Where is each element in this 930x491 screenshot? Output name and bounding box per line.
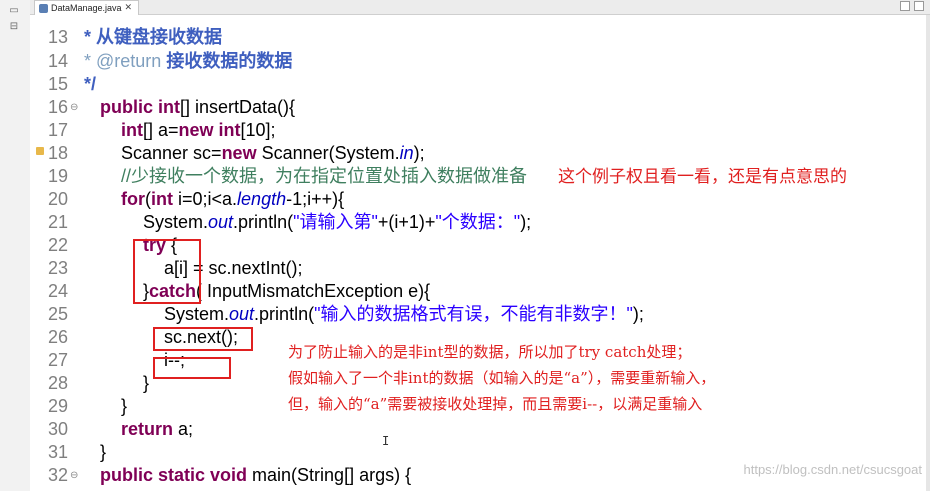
line-number: 14 xyxy=(47,51,68,71)
annotation-note-2-line-2: 假如输入了一个非int的数据（如输入的是“a”），需要重新输入， xyxy=(288,369,716,387)
left-toolbar-strip: ▭ ⊟ xyxy=(0,0,31,491)
highlight-box-i-decrement xyxy=(153,357,231,379)
text-cursor-icon: I xyxy=(382,434,390,448)
line-number: 23 xyxy=(47,258,68,278)
line-number: 22 xyxy=(47,235,68,255)
code-line-28: } xyxy=(143,373,150,393)
line-number: 24 xyxy=(47,281,68,301)
minimize-view-icon[interactable]: ▭ xyxy=(8,6,20,16)
annotation-note-1: 这个例子权且看一看，还是有点意思的 xyxy=(558,167,847,187)
code-line-13: * 从键盘接收数据 xyxy=(84,27,223,47)
overview-ruler[interactable] xyxy=(926,15,930,491)
outline-view-icon[interactable]: ⊟ xyxy=(8,22,20,32)
line-number: 28 xyxy=(47,373,68,393)
line-number: 19 xyxy=(47,166,68,186)
fold-toggle-icon[interactable]: ⊖ xyxy=(70,102,78,113)
line-number: 29 xyxy=(47,396,68,416)
close-icon[interactable]: ✕ xyxy=(125,3,133,13)
code-line-29: } xyxy=(121,396,128,416)
code-line-20: for(int i=0;i<a.length-1;i++){ xyxy=(121,189,345,209)
line-number: 27 xyxy=(47,350,68,370)
highlight-box-try-catch xyxy=(133,239,201,304)
code-line-32: public static void main(String[] args) { xyxy=(100,465,412,485)
fold-toggle-icon[interactable]: ⊖ xyxy=(70,470,78,481)
code-line-17: int[] a=new int[10]; xyxy=(121,120,276,140)
code-line-19: //少接收一个数据，为在指定位置处插入数据做准备 xyxy=(121,166,527,186)
code-line-25: System.out.println("输入的数据格式有误，不能有非数字！"); xyxy=(164,304,644,324)
line-number: 32 xyxy=(47,465,68,485)
code-editor[interactable]: * 从键盘接收数据 * @return 接收数据的数据 */ public in… xyxy=(80,15,930,491)
highlight-box-sc-next xyxy=(153,327,253,351)
line-number: 31 xyxy=(47,442,68,462)
code-line-30: return a; xyxy=(121,419,194,439)
line-number: 17 xyxy=(47,120,68,140)
line-number-gutter: 13 14 15 16 ⊖ 17 18 19 20 21 22 23 24 25… xyxy=(30,15,80,491)
watermark: https://blog.csdn.net/csucsgoat xyxy=(743,462,923,477)
line-number: 20 xyxy=(47,189,68,209)
line-number: 21 xyxy=(47,212,68,232)
code-line-16: public int[] insertData(){ xyxy=(100,97,296,117)
editor-tab-datamanage[interactable]: DataManage.java ✕ xyxy=(34,0,140,15)
editor-tab-bar: DataManage.java ✕ xyxy=(30,0,930,15)
code-line-15: */ xyxy=(84,74,97,94)
line-number: 25 xyxy=(47,304,68,324)
annotation-note-2-line-1: 为了防止输入的是非int型的数据，所以加了try catch处理； xyxy=(288,343,692,361)
line-number: 26 xyxy=(47,327,68,347)
code-line-31: } xyxy=(100,442,107,462)
editor-tab-title: DataManage.java xyxy=(51,3,122,13)
code-line-14: * @return 接收数据的数据 xyxy=(84,51,293,71)
line-number: 30 xyxy=(47,419,68,439)
java-file-icon xyxy=(39,3,48,13)
code-line-18: Scanner sc=new Scanner(System.in); xyxy=(121,143,425,163)
maximize-editor-icon[interactable] xyxy=(914,1,924,11)
code-line-21: System.out.println("请输入第"+(i+1)+"个数据："); xyxy=(143,212,532,232)
line-number: 13 xyxy=(47,27,68,47)
annotation-note-2-line-3: 但，输入的“a”需要被接收处理掉，而且需要i--，以满足重输入 xyxy=(288,395,703,413)
minimize-editor-icon[interactable] xyxy=(900,1,910,11)
line-number: 16 xyxy=(47,97,68,117)
warning-marker-icon[interactable] xyxy=(36,147,44,155)
line-number: 15 xyxy=(47,74,68,94)
